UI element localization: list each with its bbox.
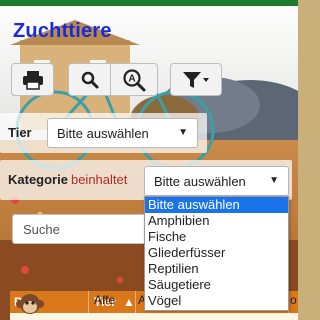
kategorie-label: Kategorie beinhaltet — [8, 172, 127, 187]
tier-select[interactable]: Bitte auswählen ▼ — [47, 118, 198, 148]
zoom-button[interactable] — [68, 63, 111, 96]
kategorie-select-value: Bitte auswählen — [154, 174, 246, 189]
top-accent-bar — [0, 0, 298, 6]
dropdown-option[interactable]: Reptilien — [145, 261, 288, 277]
dropdown-option[interactable]: Bitte auswählen — [145, 197, 288, 213]
text-zoom-button[interactable]: A — [110, 63, 158, 96]
kategorie-dropdown-list[interactable]: Bitte auswählen Amphibien Fische Glieder… — [144, 196, 289, 311]
dropdown-option[interactable]: Gliederfüsser — [145, 245, 288, 261]
dropdown-option[interactable]: Vögel — [145, 293, 288, 309]
print-button[interactable] — [11, 63, 54, 96]
svg-text:A: A — [128, 73, 135, 84]
search-placeholder: Suche — [23, 222, 60, 237]
caret-down-icon: ▼ — [269, 175, 279, 186]
dropdown-option[interactable]: Fische — [145, 229, 288, 245]
tier-label: Tier — [8, 125, 32, 140]
page-title: Zuchttiere — [13, 20, 112, 42]
tier-select-value: Bitte auswählen — [57, 126, 149, 141]
magnifier-text-icon: A — [123, 68, 146, 91]
dropdown-option[interactable]: Amphibien — [145, 213, 288, 229]
cell-tier: Affe — [94, 293, 116, 307]
filter-button[interactable] — [170, 63, 222, 96]
caret-down-icon: ▼ — [178, 127, 188, 138]
dropdown-option[interactable]: Säugetiere — [145, 277, 288, 293]
kategorie-operator: beinhaltet — [70, 172, 128, 187]
kategorie-label-text: Kategorie — [8, 172, 68, 187]
magnifier-icon — [81, 71, 98, 88]
column-divider — [135, 291, 136, 313]
kategorie-select[interactable]: Bitte auswählen ▼ — [144, 166, 289, 196]
table-row[interactable] — [10, 313, 298, 320]
cell-col3: o — [290, 293, 297, 307]
printer-icon — [22, 70, 43, 90]
column-divider — [88, 291, 89, 313]
sort-ascending-icon[interactable]: ▲ — [123, 295, 135, 309]
filter-icon — [183, 71, 209, 88]
monkey-avatar-icon — [16, 294, 44, 314]
